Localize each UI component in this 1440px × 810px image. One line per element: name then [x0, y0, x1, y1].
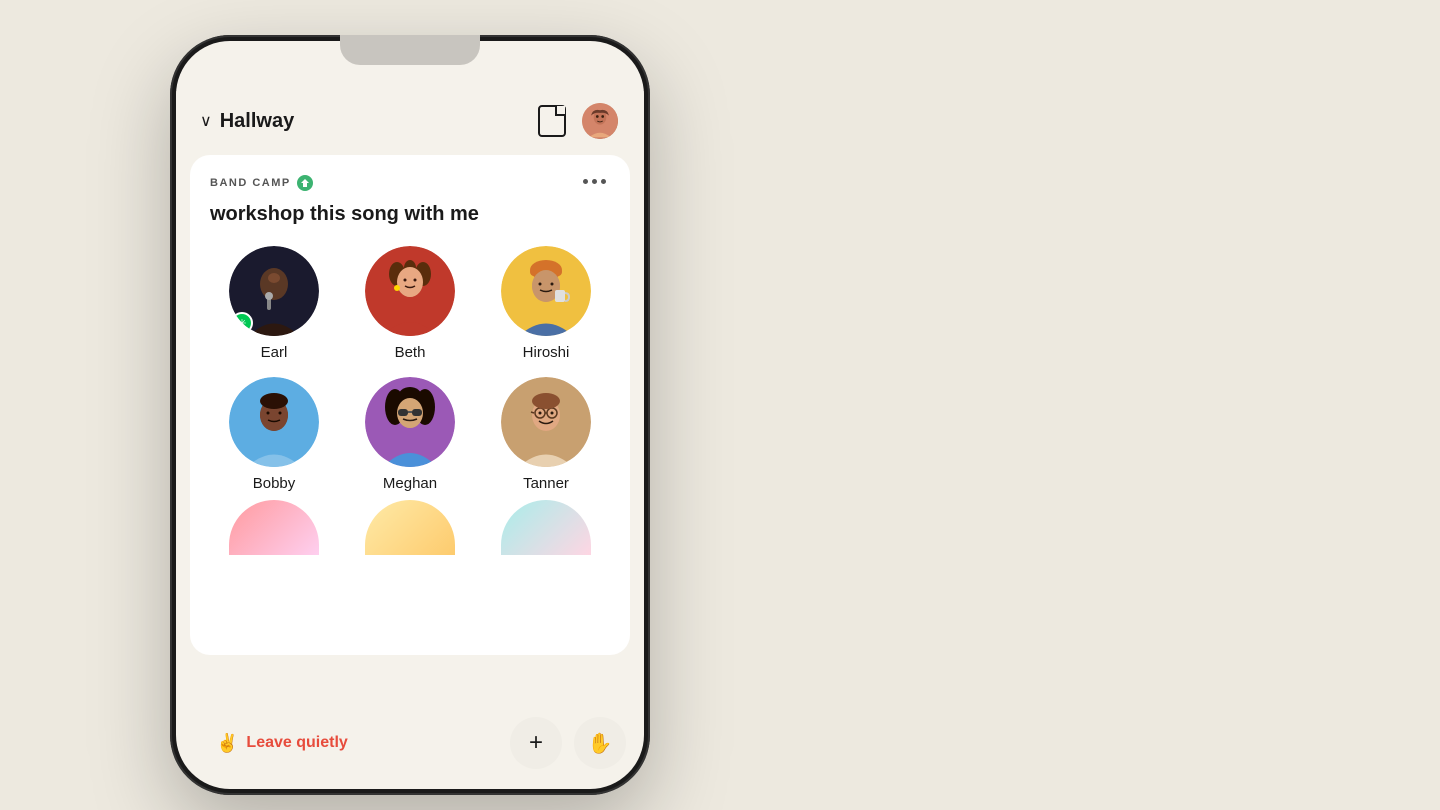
- leave-emoji: ✌️: [216, 733, 238, 754]
- person-name-tanner: Tanner: [523, 475, 569, 492]
- portrait-tanner: [501, 377, 591, 467]
- home-svg: [300, 178, 310, 188]
- person-name-hiroshi: Hiroshi: [523, 344, 570, 361]
- phone-notch: [340, 35, 480, 65]
- raise-hand-button[interactable]: ✋: [574, 717, 626, 769]
- partial-avatar-1: [229, 500, 319, 555]
- person-item-hiroshi[interactable]: Hiroshi: [482, 246, 610, 361]
- header-left: ∨ Hallway: [200, 110, 294, 133]
- partial-avatar-2: [365, 500, 455, 555]
- avatar-meghan: [365, 377, 455, 467]
- home-icon: [297, 175, 313, 191]
- add-button[interactable]: +: [510, 717, 562, 769]
- partial-person-2[interactable]: [346, 500, 474, 555]
- chevron-down-icon[interactable]: ∨: [200, 111, 212, 131]
- header-right: [538, 101, 620, 141]
- person-item-beth[interactable]: Beth: [346, 246, 474, 361]
- person-name-beth: Beth: [395, 344, 426, 361]
- person-item-earl[interactable]: ✳ Earl: [210, 246, 338, 361]
- leave-quietly-button[interactable]: ✌️ Leave quietly: [194, 719, 370, 768]
- portrait-hiroshi: [501, 246, 591, 336]
- avatar-bobby: [229, 377, 319, 467]
- add-icon: +: [529, 729, 543, 757]
- person-name-earl: Earl: [261, 344, 288, 361]
- portrait-beth: [365, 246, 455, 336]
- dot2: [592, 179, 597, 184]
- person-name-meghan: Meghan: [383, 475, 437, 492]
- badge-symbol: ✳: [237, 317, 246, 330]
- partial-avatar-3: [501, 500, 591, 555]
- person-item-bobby[interactable]: Bobby: [210, 377, 338, 492]
- dot3: [601, 179, 606, 184]
- person-name-bobby: Bobby: [253, 475, 296, 492]
- avatar-tanner: [501, 377, 591, 467]
- avatar-beth: [365, 246, 455, 336]
- avatar-earl: ✳: [229, 246, 319, 336]
- leave-label: Leave quietly: [246, 734, 347, 752]
- avatar-hiroshi: [501, 246, 591, 336]
- phone-outer-shell: ∨ Hallway: [170, 35, 650, 795]
- partial-people-row: [210, 500, 610, 555]
- app-header: ∨ Hallway: [176, 91, 644, 155]
- hand-icon: ✋: [588, 731, 613, 756]
- more-options-button[interactable]: [579, 175, 610, 188]
- dot1: [583, 179, 588, 184]
- document-icon[interactable]: [538, 105, 566, 137]
- person-item-meghan[interactable]: Meghan: [346, 377, 474, 492]
- portrait-meghan: [365, 377, 455, 467]
- bottom-right-buttons: + ✋: [510, 717, 626, 769]
- app-title: Hallway: [220, 110, 294, 133]
- person-item-tanner[interactable]: Tanner: [482, 377, 610, 492]
- card-title: workshop this song with me: [210, 203, 610, 226]
- main-card: BAND CAMP workshop this song with me: [190, 155, 630, 655]
- portrait-bobby: [229, 377, 319, 467]
- card-label-row: BAND CAMP: [210, 175, 313, 191]
- user-avatar[interactable]: [580, 101, 620, 141]
- people-grid: ✳ Earl: [210, 246, 610, 492]
- phone-mockup: ∨ Hallway: [170, 35, 650, 795]
- avatar-svg: [582, 101, 618, 141]
- bottom-action-bar: ✌️ Leave quietly + ✋: [190, 717, 630, 769]
- card-header: BAND CAMP: [210, 175, 610, 191]
- earl-badge: ✳: [231, 312, 253, 334]
- avatar-image: [582, 103, 618, 139]
- card-label: BAND CAMP: [210, 177, 291, 189]
- partial-person-1[interactable]: [210, 500, 338, 555]
- phone-screen: ∨ Hallway: [176, 41, 644, 789]
- partial-person-3[interactable]: [482, 500, 610, 555]
